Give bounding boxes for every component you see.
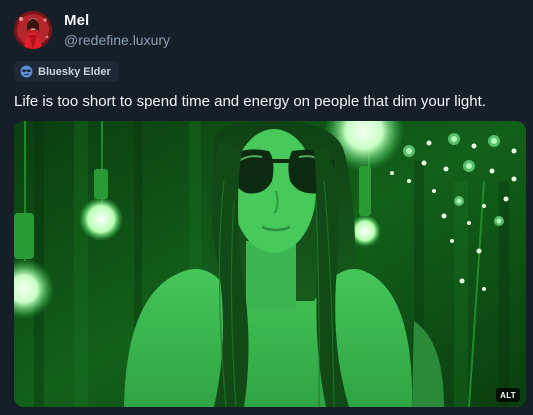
post-photo xyxy=(14,121,526,407)
post-text: Life is too short to spend time and ener… xyxy=(14,93,486,110)
verification-badge[interactable]: Bluesky Elder xyxy=(14,61,119,82)
post-card[interactable]: Mel @redefine.luxury Bluesky Elder Life … xyxy=(0,0,533,415)
badge-label: Bluesky Elder xyxy=(38,65,111,78)
post-image[interactable]: ALT xyxy=(14,121,526,407)
author-handle[interactable]: @redefine.luxury xyxy=(64,32,170,48)
author-avatar[interactable] xyxy=(14,11,52,49)
sunglasses-face-icon xyxy=(20,65,33,78)
author-display-name[interactable]: Mel xyxy=(64,12,89,29)
avatar-image xyxy=(14,11,52,49)
alt-text-button[interactable]: ALT xyxy=(496,388,520,402)
